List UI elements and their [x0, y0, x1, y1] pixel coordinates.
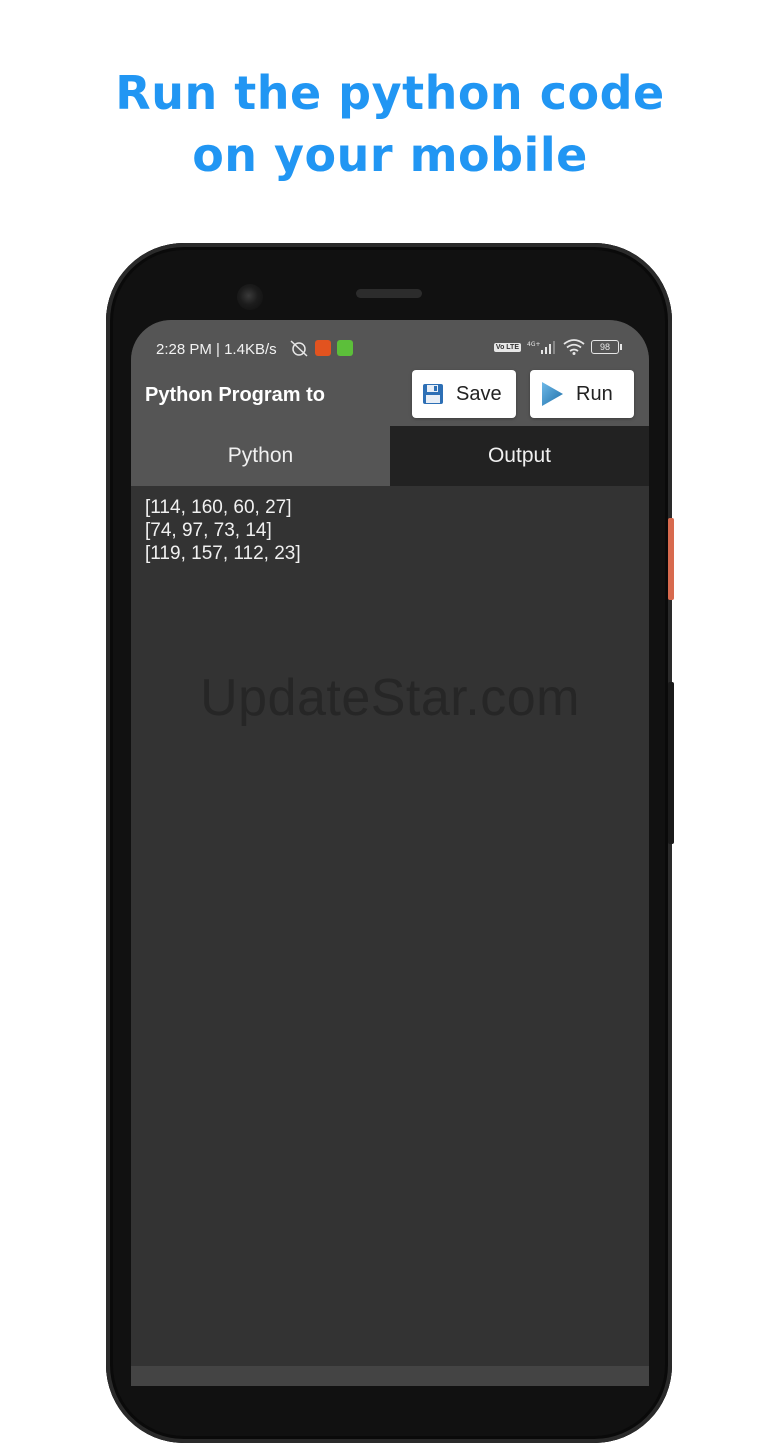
- wifi-icon: [563, 339, 585, 355]
- app-bar: Python Program to Save Run: [131, 364, 649, 426]
- signal-icon: 4G+: [527, 341, 555, 354]
- run-label: Run: [576, 382, 613, 405]
- run-button[interactable]: Run: [530, 370, 634, 418]
- tab-python[interactable]: Python: [131, 426, 390, 486]
- notification-android-icon: [337, 340, 353, 356]
- output-line: [114, 160, 60, 27]: [145, 497, 292, 518]
- earpiece-speaker: [356, 289, 422, 298]
- alarm-off-icon: [290, 340, 308, 357]
- editor-tabs: Python Output: [131, 426, 649, 486]
- watermark: UpdateStar.com: [200, 669, 580, 727]
- status-bar: 2:28 PM | 1.4KB/s Vo LTE 4G+ 98: [131, 320, 649, 364]
- save-label: Save: [456, 382, 502, 405]
- promo-headline-line1: Run the python code: [115, 66, 665, 120]
- output-console: [114, 160, 60, 27] [74, 97, 73, 14] [119…: [145, 496, 301, 565]
- navigation-bar: [131, 1366, 649, 1386]
- save-button[interactable]: Save: [412, 370, 516, 418]
- notification-app-icon: [315, 340, 331, 356]
- output-line: [74, 97, 73, 14]: [145, 520, 272, 541]
- play-icon: [540, 381, 564, 407]
- app-title: Python Program to: [145, 384, 326, 406]
- floppy-disk-icon: [422, 383, 444, 405]
- tab-output[interactable]: Output: [390, 426, 649, 486]
- battery-icon: 98: [591, 340, 622, 354]
- power-button: [668, 518, 674, 600]
- volume-button: [668, 682, 674, 844]
- promo-headline: Run the python code on your mobile: [0, 62, 780, 186]
- status-time: 2:28 PM | 1.4KB/s: [156, 341, 277, 358]
- output-line: [119, 157, 112, 23]: [145, 543, 301, 564]
- volte-icon: Vo LTE: [493, 342, 521, 352]
- svg-text:4G+: 4G+: [527, 341, 541, 348]
- phone-screen: 2:28 PM | 1.4KB/s Vo LTE 4G+ 98 Python P…: [131, 320, 649, 1386]
- promo-headline-line2: on your mobile: [192, 128, 588, 182]
- front-camera: [237, 284, 263, 310]
